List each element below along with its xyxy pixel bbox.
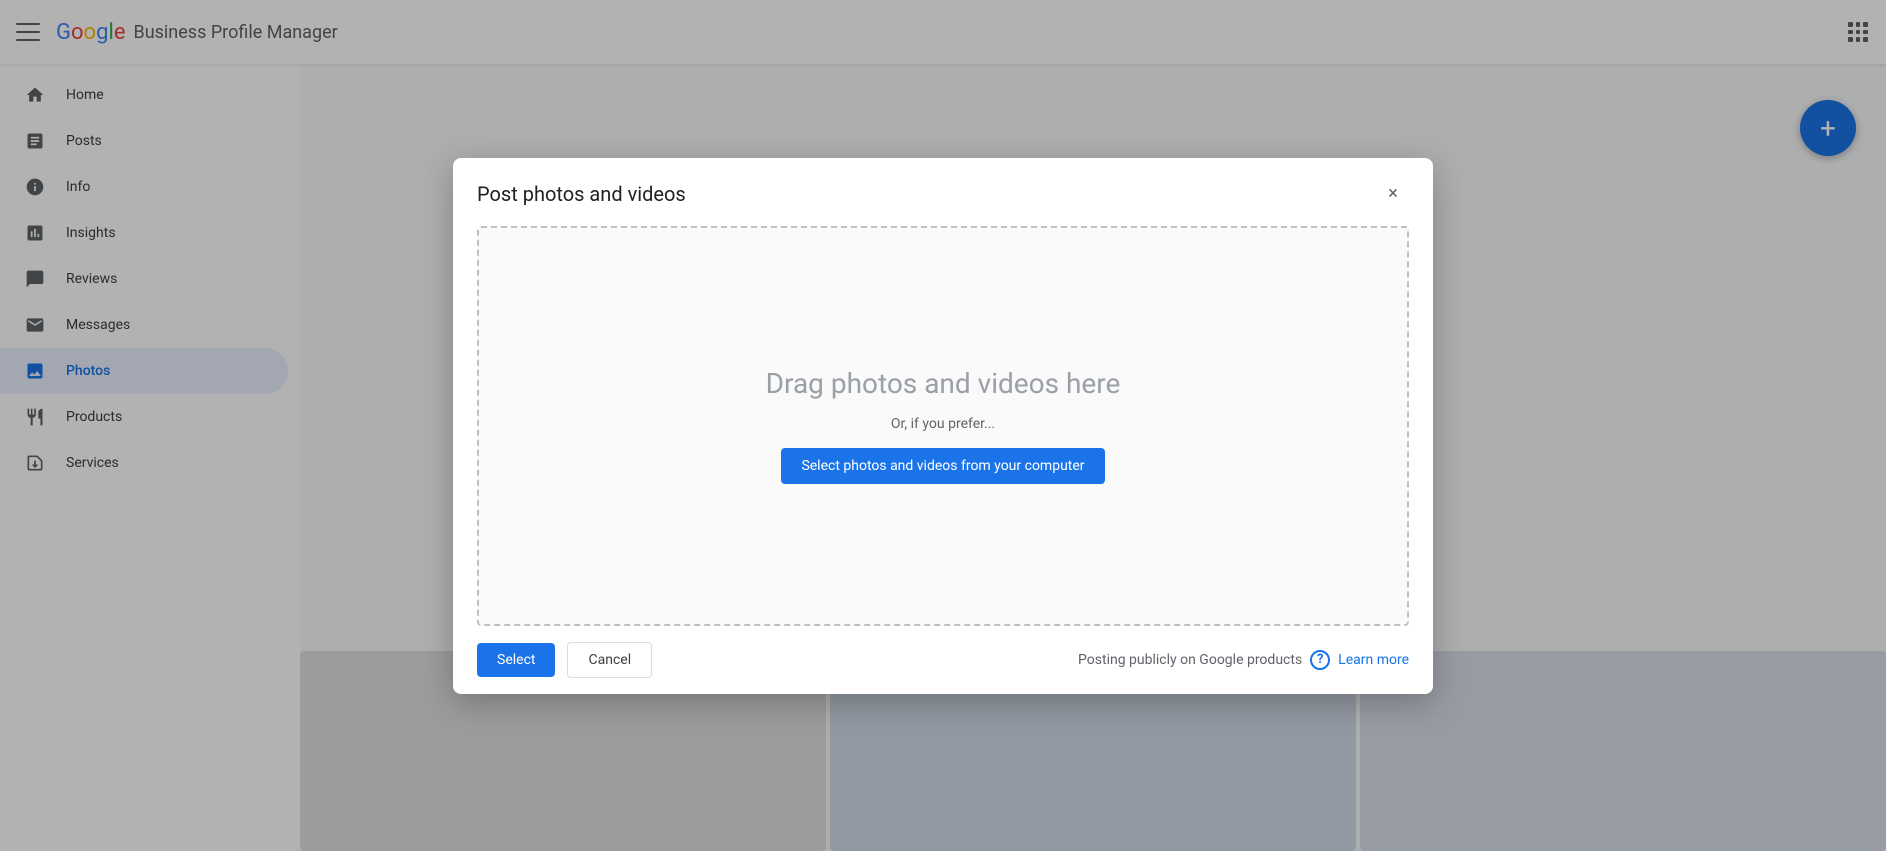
drop-zone-subtitle: Or, if you prefer...: [891, 416, 995, 432]
cancel-button[interactable]: Cancel: [567, 642, 652, 678]
modal-overlay: Post photos and videos × Drag photos and…: [0, 0, 1886, 851]
modal-footer: Select Cancel Posting publicly on Google…: [453, 626, 1433, 694]
drop-zone[interactable]: Drag photos and videos here Or, if you p…: [477, 226, 1409, 626]
select-files-button[interactable]: Select photos and videos from your compu…: [781, 448, 1104, 484]
learn-more-link[interactable]: Learn more: [1338, 652, 1409, 668]
post-photos-modal: Post photos and videos × Drag photos and…: [453, 158, 1433, 694]
drop-zone-title: Drag photos and videos here: [766, 367, 1121, 400]
modal-title: Post photos and videos: [477, 182, 686, 206]
posting-info-text: Posting publicly on Google products: [1078, 652, 1302, 668]
select-button[interactable]: Select: [477, 643, 555, 677]
footer-info: Posting publicly on Google products ? Le…: [1078, 650, 1409, 670]
close-icon: ×: [1388, 183, 1398, 204]
modal-close-button[interactable]: ×: [1377, 178, 1409, 210]
help-icon[interactable]: ?: [1310, 650, 1330, 670]
modal-header: Post photos and videos ×: [453, 158, 1433, 226]
